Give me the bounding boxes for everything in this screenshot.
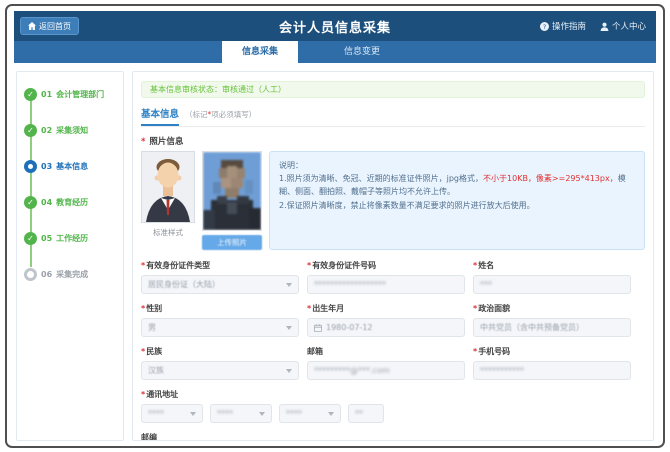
step-number: 06 xyxy=(41,270,52,279)
birth-date-picker[interactable]: 1980-07-12 xyxy=(307,318,465,337)
sample-photo xyxy=(141,151,195,223)
current-step-icon xyxy=(24,160,37,173)
check-icon: ✓ xyxy=(24,88,37,101)
phone-label: 手机号码 xyxy=(473,346,631,357)
home-button[interactable]: 返回首页 xyxy=(20,17,79,35)
check-icon: ✓ xyxy=(24,232,37,245)
form-row: 民族 汉族 邮箱 *********@***.com 手机号码 ******** xyxy=(141,346,645,380)
step-label: 教育经历 xyxy=(56,197,88,208)
step-number: 04 xyxy=(41,198,52,207)
profile-link[interactable]: 个人中心 xyxy=(600,20,646,32)
step-number: 05 xyxy=(41,234,52,243)
check-icon: ✓ xyxy=(24,196,37,209)
name-label: 姓名 xyxy=(473,260,631,271)
calendar-icon xyxy=(314,324,322,332)
user-icon xyxy=(600,22,609,31)
app-header: 返回首页 会计人员信息采集 ? 操作指南 个人中心 xyxy=(14,11,656,41)
chevron-down-icon xyxy=(286,369,292,373)
phone-input[interactable]: *********** xyxy=(473,361,631,380)
photo-instructions: 说明： 1.照片须为清晰、免冠、近期的标准证件照片，jpg格式，不小于10KB，… xyxy=(269,151,645,250)
step-label: 基本信息 xyxy=(56,161,88,172)
upload-photo-button[interactable]: 上传照片 xyxy=(202,235,262,250)
note-line-1: 1.照片须为清晰、免冠、近期的标准证件照片，jpg格式，不小于10KB，像素>=… xyxy=(279,172,635,198)
step-education[interactable]: ✓ 04 教育经历 xyxy=(24,196,116,209)
audit-status-bar: 基本信息审核状态：审核通过（人工） xyxy=(141,81,645,98)
form-panel: 基本信息审核状态：审核通过（人工） 基本信息 （标记*项必须填写） 照片信息 xyxy=(132,71,654,441)
address-label: 通讯地址 xyxy=(141,389,645,400)
section-title[interactable]: 基本信息 xyxy=(141,106,179,126)
tab-bar: 信息采集 信息变更 xyxy=(14,41,656,63)
address-province-select[interactable]: **** xyxy=(141,404,203,423)
note-title: 说明： xyxy=(279,159,635,172)
chevron-down-icon xyxy=(286,326,292,330)
id-type-label: 有效身份证件类型 xyxy=(141,260,299,271)
email-label: 邮箱 xyxy=(307,346,465,357)
step-label: 工作经历 xyxy=(56,233,88,244)
chevron-down-icon xyxy=(328,412,334,416)
address-district-select[interactable]: **** xyxy=(279,404,341,423)
address-controls: **** **** **** ** xyxy=(141,404,645,423)
address-detail-input[interactable]: ** xyxy=(348,404,384,423)
step-finish[interactable]: 06 采集完成 xyxy=(24,268,116,281)
home-icon xyxy=(28,22,36,30)
id-number-input[interactable]: ****************** xyxy=(307,275,465,294)
step-number: 02 xyxy=(41,126,52,135)
browser-frame: 返回首页 会计人员信息采集 ? 操作指南 个人中心 信息采集 信息变更 xyxy=(5,4,665,448)
form-row: 通讯地址 **** **** **** xyxy=(141,389,645,423)
content-area: ✓ 01 会计管理部门 ✓ 02 采集须知 03 基本信息 ✓ 04 xyxy=(14,63,656,441)
uploaded-photo xyxy=(202,151,262,231)
politics-label: 政治面貌 xyxy=(473,303,631,314)
gender-label: 性别 xyxy=(141,303,299,314)
check-icon: ✓ xyxy=(24,124,37,137)
step-work-history[interactable]: ✓ 05 工作经历 xyxy=(24,232,116,245)
header-links: ? 操作指南 个人中心 xyxy=(540,11,646,41)
gender-select[interactable]: 男 xyxy=(141,318,299,337)
svg-text:?: ? xyxy=(543,23,546,30)
step-accounting-dept[interactable]: ✓ 01 会计管理部门 xyxy=(24,88,116,101)
screenshot: 返回首页 会计人员信息采集 ? 操作指南 个人中心 信息采集 信息变更 xyxy=(0,0,670,452)
id-type-select[interactable]: 居民身份证（大陆） xyxy=(141,275,299,294)
home-button-label: 返回首页 xyxy=(39,21,71,32)
app-window: 返回首页 会计人员信息采集 ? 操作指南 个人中心 信息采集 信息变更 xyxy=(14,11,656,441)
step-number: 01 xyxy=(41,90,52,99)
photo-section: 标准样式 xyxy=(141,151,645,250)
note-red-highlight: 不小于10KB，像素>=295*413px， xyxy=(483,174,618,183)
step-label: 采集须知 xyxy=(56,125,88,136)
step-basic-info[interactable]: 03 基本信息 xyxy=(24,160,116,173)
postcode-label: 邮编 xyxy=(141,432,299,441)
ethnicity-select[interactable]: 汉族 xyxy=(141,361,299,380)
step-number: 03 xyxy=(41,162,52,171)
form-row: 性别 男 出生年月 1980-07-12 政 xyxy=(141,303,645,337)
section-header: 基本信息 （标记*项必须填写） xyxy=(141,106,645,127)
section-hint: （标记*项必须填写） xyxy=(185,109,256,120)
guide-label: 操作指南 xyxy=(552,20,586,32)
pending-step-icon xyxy=(24,268,37,281)
tab-info-change[interactable]: 信息变更 xyxy=(324,41,400,63)
politics-input[interactable]: 中共党员（含中共预备党员） xyxy=(473,318,631,337)
id-number-label: 有效身份证件号码 xyxy=(307,260,465,271)
step-label: 采集完成 xyxy=(56,269,88,280)
email-input[interactable]: *********@***.com xyxy=(307,361,465,380)
form-row: 有效身份证件类型 居民身份证（大陆） 有效身份证件号码 ************… xyxy=(141,260,645,294)
address-city-select[interactable]: **** xyxy=(210,404,272,423)
photo-section-label: 照片信息 xyxy=(141,135,645,147)
chevron-down-icon xyxy=(190,412,196,416)
tab-info-collect[interactable]: 信息采集 xyxy=(222,41,298,63)
steps-sidebar: ✓ 01 会计管理部门 ✓ 02 采集须知 03 基本信息 ✓ 04 xyxy=(16,71,124,441)
sample-photo-caption: 标准样式 xyxy=(153,227,183,238)
birth-date-label: 出生年月 xyxy=(307,303,465,314)
guide-link[interactable]: ? 操作指南 xyxy=(540,20,586,32)
chevron-down-icon xyxy=(259,412,265,416)
chevron-down-icon xyxy=(286,283,292,287)
step-label: 会计管理部门 xyxy=(56,89,104,100)
form-row: 邮编 ************* xyxy=(141,432,645,441)
note-line-2: 2.保证照片清晰度，禁止将像素数量不满足要求的照片进行放大后使用。 xyxy=(279,199,635,212)
name-input[interactable]: *** xyxy=(473,275,631,294)
ethnicity-label: 民族 xyxy=(141,346,299,357)
step-collection-notice[interactable]: ✓ 02 采集须知 xyxy=(24,124,116,137)
help-icon: ? xyxy=(540,22,549,31)
profile-label: 个人中心 xyxy=(612,20,646,32)
